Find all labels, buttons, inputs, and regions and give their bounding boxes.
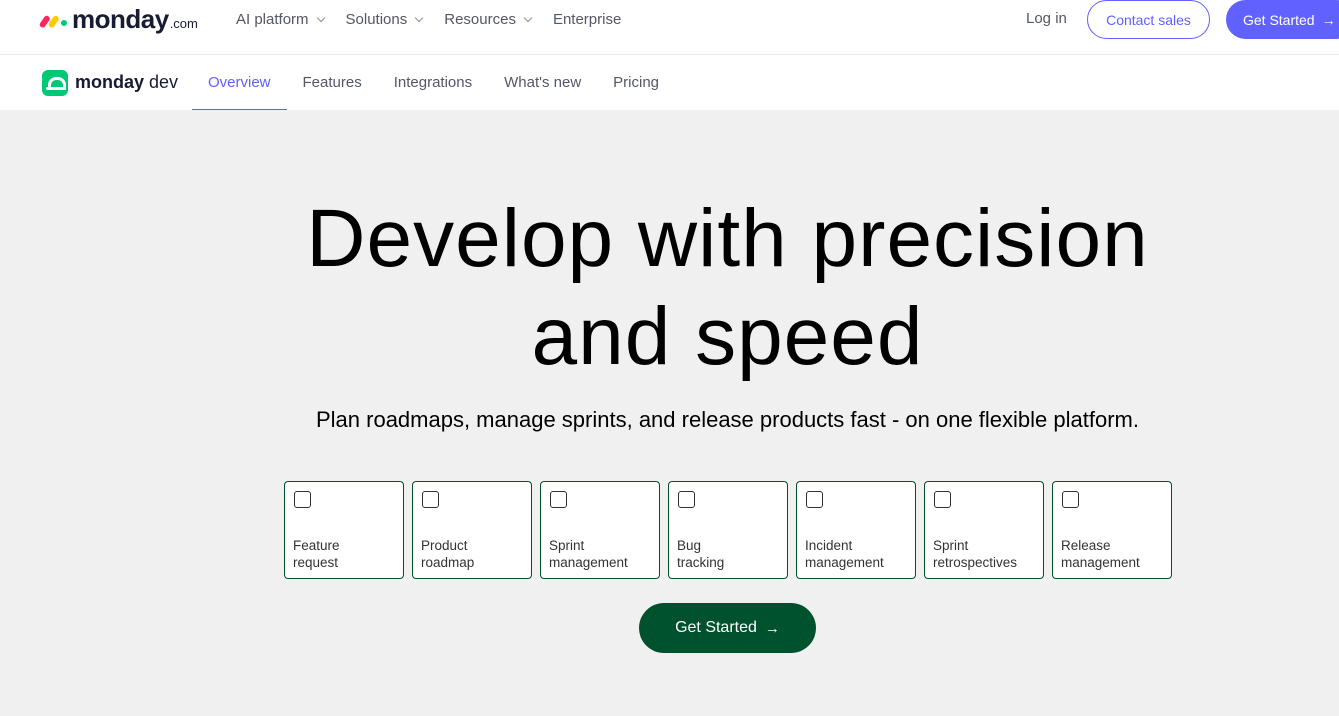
nav-resources[interactable]: Resources xyxy=(444,10,533,28)
checkbox[interactable] xyxy=(806,491,823,508)
arrow-right-icon: → xyxy=(1321,11,1336,28)
option-label: Bug tracking xyxy=(677,538,725,570)
hero-title-line-2: and speed xyxy=(531,291,924,382)
checkbox[interactable] xyxy=(422,491,439,508)
contact-sales-button[interactable]: Contact sales xyxy=(1087,0,1210,39)
option-bug-tracking[interactable]: Bug tracking xyxy=(668,481,788,579)
tab-overview[interactable]: Overview xyxy=(192,55,287,110)
get-started-label: Get Started xyxy=(1243,11,1315,28)
option-incident-management[interactable]: Incident management xyxy=(796,481,916,579)
option-sprint-management[interactable]: Sprint management xyxy=(540,481,660,579)
product-suffix: dev xyxy=(149,72,179,92)
hero-title-line-1: Develop with precision xyxy=(306,193,1149,284)
tab-pricing[interactable]: Pricing xyxy=(597,55,675,110)
option-release-management[interactable]: Release management xyxy=(1052,481,1172,579)
hero-title: Develop with precision and speed xyxy=(0,190,1339,386)
monday-logo-icon xyxy=(38,10,68,29)
nav-item-label: Solutions xyxy=(345,10,408,28)
arrow-right-icon: → xyxy=(764,619,780,637)
product-tabs: Overview Features Integrations What's ne… xyxy=(192,55,675,110)
nav-item-label: AI platform xyxy=(236,10,309,28)
monday-logo[interactable]: monday .com xyxy=(38,3,198,35)
monday-dev-logo[interactable]: monday dev xyxy=(42,69,178,96)
nav-item-label: Resources xyxy=(444,10,516,28)
chevron-down-icon xyxy=(523,13,533,22)
nav-item-label: Enterprise xyxy=(552,10,622,28)
checkbox[interactable] xyxy=(934,491,951,508)
checkbox[interactable] xyxy=(294,491,311,508)
product-subnav: monday dev Overview Features Integration… xyxy=(0,55,1339,110)
top-navbar: monday .com AI platform Solutions Resour… xyxy=(0,0,1339,55)
monday-dev-icon xyxy=(42,69,68,96)
option-label: Sprint management xyxy=(549,538,628,570)
use-case-options: Feature request Product roadmap Sprint m… xyxy=(284,481,1180,579)
tab-whats-new[interactable]: What's new xyxy=(488,55,597,110)
option-label: Product roadmap xyxy=(421,538,475,570)
chevron-down-icon xyxy=(316,13,325,22)
checkbox[interactable] xyxy=(550,491,567,508)
main-nav: AI platform Solutions Resources Enterpri… xyxy=(236,0,643,38)
hero-get-started-button[interactable]: Get Started → xyxy=(639,603,816,653)
option-label: Sprint retrospectives xyxy=(933,538,1018,570)
get-started-button-top[interactable]: Get Started → xyxy=(1226,0,1339,39)
option-label: Feature request xyxy=(293,538,340,570)
nav-enterprise[interactable]: Enterprise xyxy=(553,11,621,28)
nav-ai-platform[interactable]: AI platform xyxy=(236,10,325,28)
checkbox[interactable] xyxy=(1062,491,1079,508)
logo-suffix: .com xyxy=(169,15,198,31)
option-product-roadmap[interactable]: Product roadmap xyxy=(412,481,532,579)
tab-features[interactable]: Features xyxy=(287,55,378,110)
login-link[interactable]: Log in xyxy=(1026,10,1067,27)
option-feature-request[interactable]: Feature request xyxy=(284,481,404,579)
cta-label: Get Started xyxy=(675,619,757,636)
chevron-down-icon xyxy=(415,13,424,22)
product-wordmark: monday xyxy=(75,72,145,92)
option-label: Release management xyxy=(1061,538,1140,570)
tab-integrations[interactable]: Integrations xyxy=(378,55,488,110)
option-sprint-retrospectives[interactable]: Sprint retrospectives xyxy=(924,481,1044,579)
checkbox[interactable] xyxy=(678,491,695,508)
option-label: Incident management xyxy=(805,538,884,570)
nav-solutions[interactable]: Solutions xyxy=(345,10,424,28)
hero-subtitle: Plan roadmaps, manage sprints, and relea… xyxy=(315,407,1139,432)
logo-wordmark: monday xyxy=(72,3,169,34)
